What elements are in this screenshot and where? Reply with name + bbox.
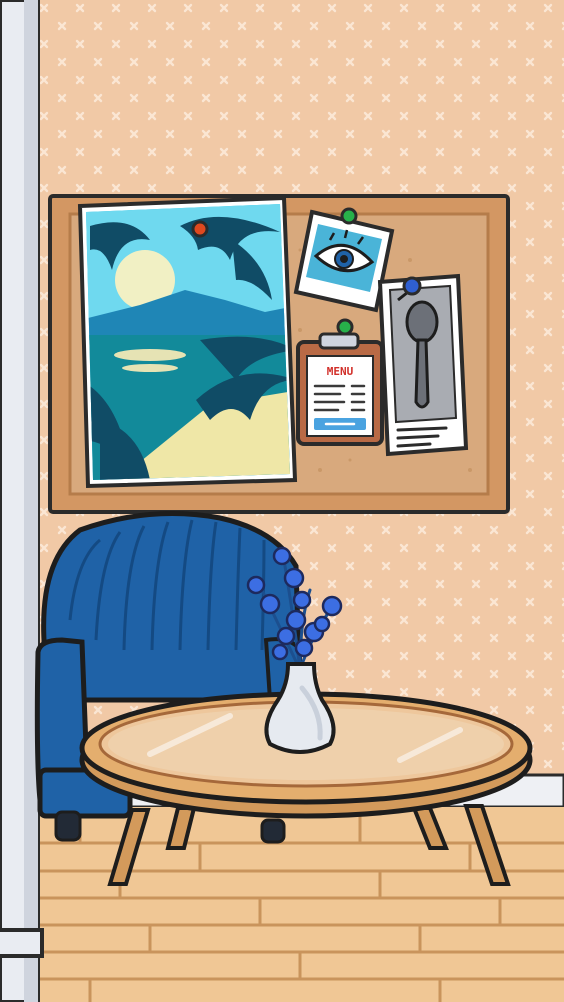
green-pushpin [336,318,354,336]
red-pushpin [191,220,209,238]
room-scene: MENU [0,0,564,1002]
green-pushpin [340,207,358,225]
spoon-card[interactable] [377,273,469,457]
menu-title: MENU [327,365,354,378]
beach-poster[interactable] [77,195,300,495]
wall-pillar [0,0,44,1002]
